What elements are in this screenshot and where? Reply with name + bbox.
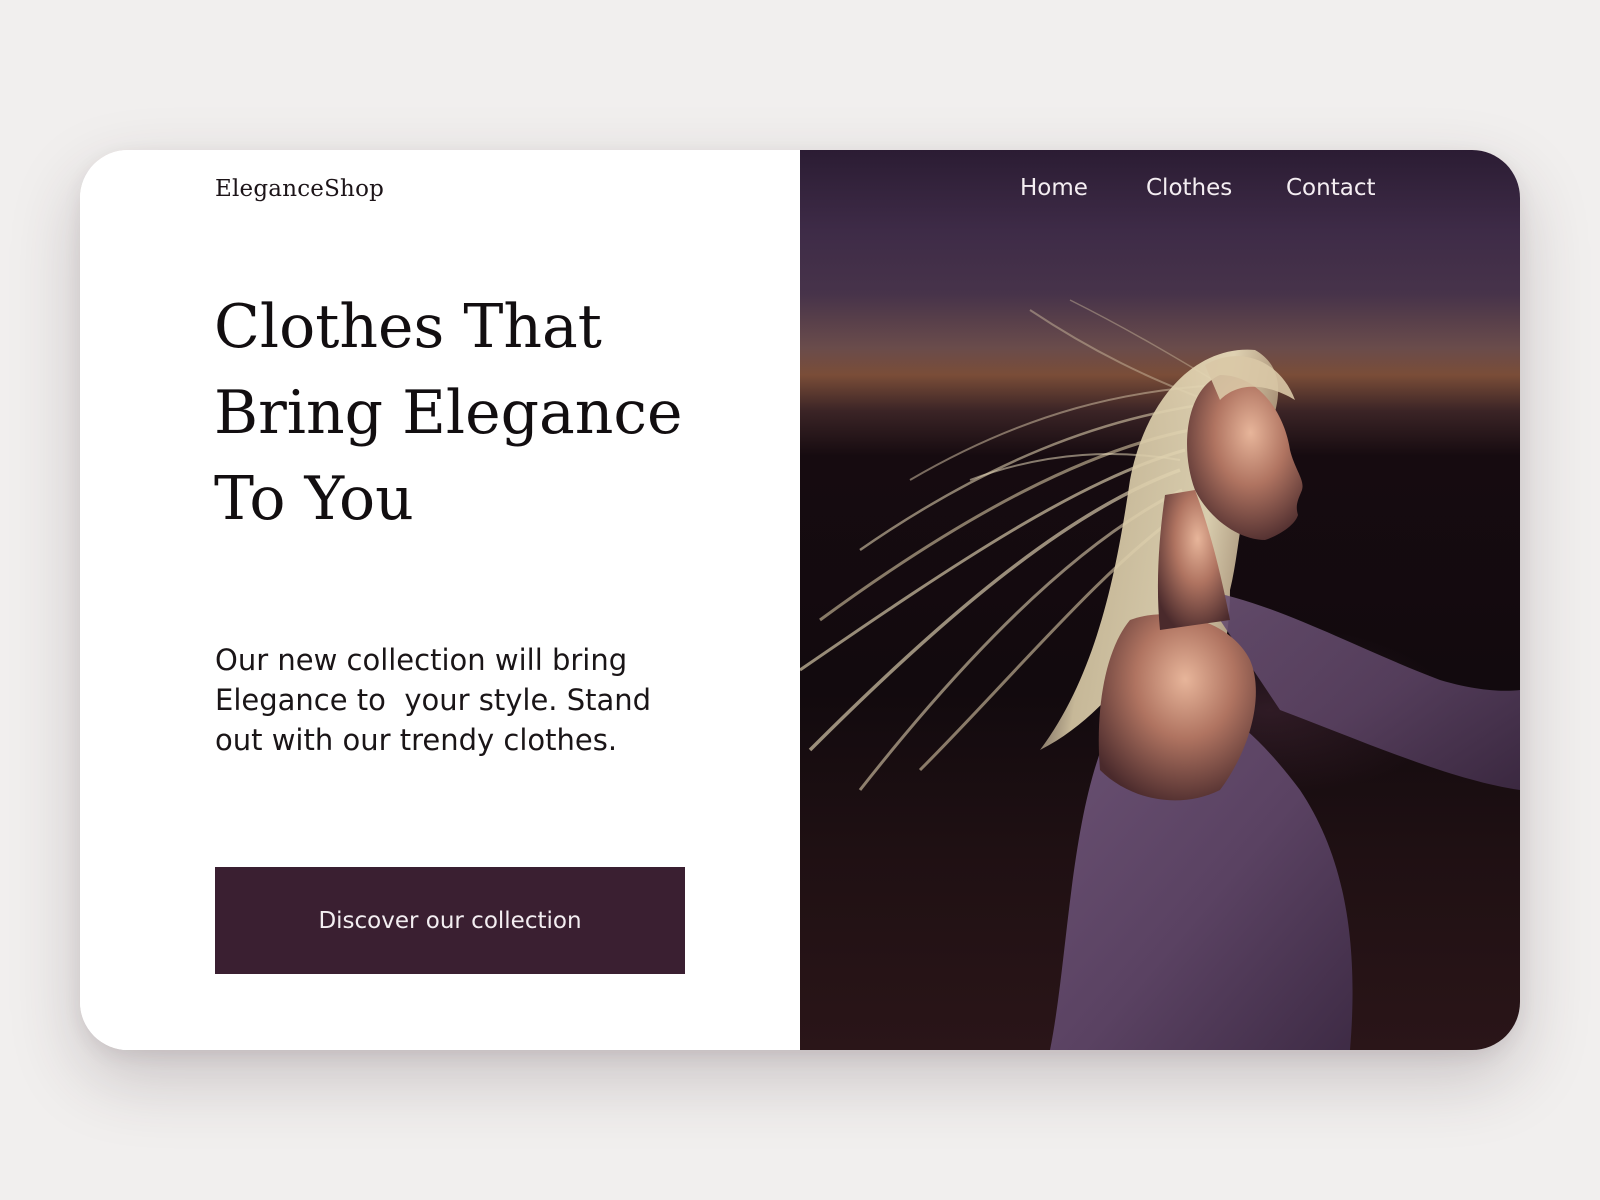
description-line: Elegance to your style. Stand: [215, 683, 652, 717]
description-line: out with our trendy clothes.: [215, 723, 618, 757]
brand-logo[interactable]: EleganceShop: [215, 176, 384, 202]
headline-line: Bring Elegance: [214, 378, 683, 448]
nav-link-home[interactable]: Home: [1020, 175, 1088, 201]
hero-headline: Clothes That Bring Elegance To You: [214, 284, 774, 542]
discover-collection-button[interactable]: Discover our collection: [215, 867, 685, 974]
hero-photo: [800, 299, 1520, 1050]
description-line: Our new collection will bring: [215, 643, 628, 677]
headline-line: To You: [214, 464, 414, 534]
headline-line: Clothes That: [214, 292, 602, 362]
hero-description: Our new collection will bring Elegance t…: [215, 640, 735, 760]
main-nav: Home Clothes Contact: [800, 150, 1520, 230]
nav-link-clothes[interactable]: Clothes: [1146, 175, 1232, 201]
nav-link-contact[interactable]: Contact: [1286, 175, 1375, 201]
hero-card: EleganceShop Clothes That Bring Elegance…: [80, 150, 1520, 1050]
hero-image-panel: Home Clothes Contact: [800, 150, 1520, 1050]
hero-text-panel: EleganceShop Clothes That Bring Elegance…: [80, 150, 800, 1050]
